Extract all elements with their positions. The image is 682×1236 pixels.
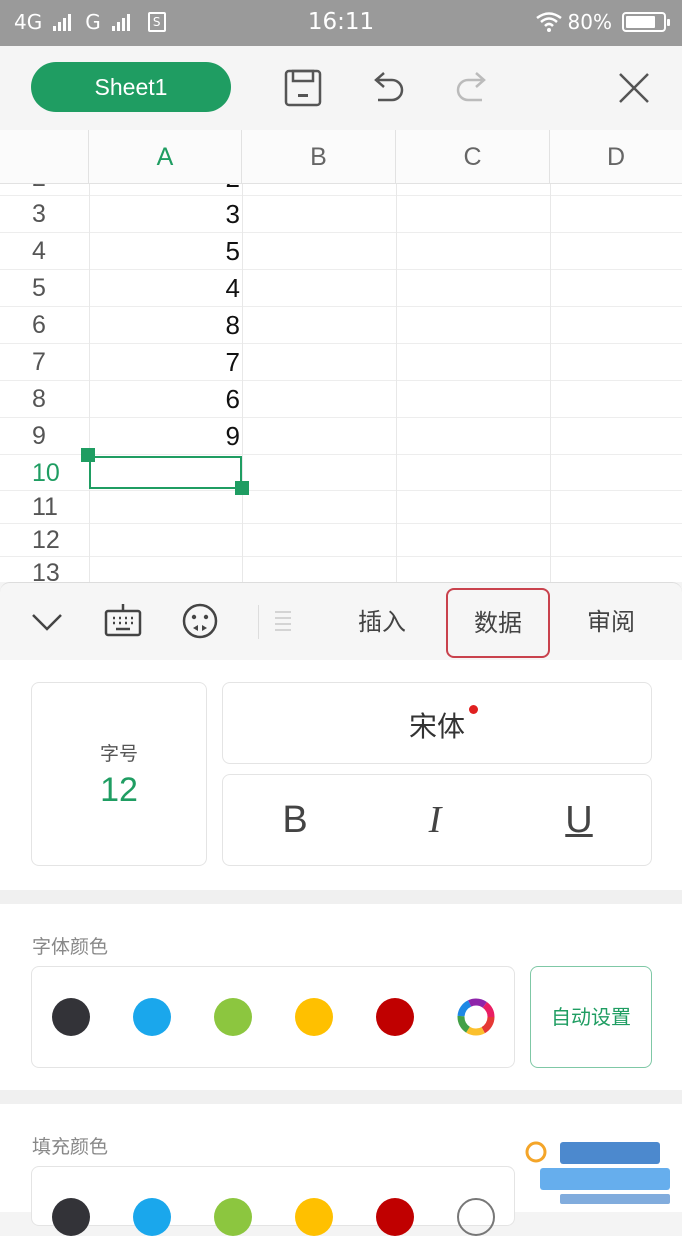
font-size-value: 12: [100, 771, 138, 809]
new-badge-dot: [469, 705, 478, 714]
ribbon-tab-bar: 插入 数据 审阅: [0, 582, 682, 660]
table-row[interactable]: 3 3: [0, 196, 682, 233]
undo-icon[interactable]: [366, 66, 410, 110]
tab-divider: [258, 605, 259, 639]
row-number[interactable]: 8: [0, 381, 89, 418]
cell-value[interactable]: 7: [89, 344, 242, 381]
row-number[interactable]: 4: [0, 233, 89, 270]
selection-handle-top-left[interactable]: [81, 448, 95, 462]
column-header-a[interactable]: A: [89, 130, 242, 184]
keyboard-icon[interactable]: [103, 601, 143, 641]
fill-swatch-black[interactable]: [52, 1198, 90, 1236]
table-row[interactable]: 13: [0, 557, 682, 582]
table-row[interactable]: 4 5: [0, 233, 682, 270]
table-row[interactable]: 7 7: [0, 344, 682, 381]
color-swatch-green[interactable]: [214, 998, 252, 1036]
table-row-partial[interactable]: 2 2: [0, 184, 682, 196]
fill-swatch-none[interactable]: [457, 1198, 495, 1236]
table-row[interactable]: 8 6: [0, 381, 682, 418]
table-row[interactable]: 12: [0, 524, 682, 557]
row-number[interactable]: 9: [0, 418, 89, 455]
row-number-active[interactable]: 10: [0, 455, 89, 492]
chevron-down-icon[interactable]: [27, 601, 67, 641]
color-swatch-yellow[interactable]: [295, 998, 333, 1036]
tab-data[interactable]: 数据: [446, 588, 550, 658]
font-color-title: 字体颜色: [32, 936, 109, 958]
row-number[interactable]: 11: [0, 491, 89, 524]
column-header-b[interactable]: B: [242, 130, 396, 184]
close-icon[interactable]: [612, 66, 656, 110]
row-number[interactable]: 6: [0, 307, 89, 344]
cell-value[interactable]: 6: [89, 381, 242, 418]
font-color-swatches: [31, 966, 515, 1068]
cell-value[interactable]: 2: [89, 184, 242, 195]
font-size-label: 字号: [99, 743, 138, 765]
font-name-card[interactable]: 宋体: [222, 682, 652, 764]
bold-button[interactable]: B: [265, 795, 325, 845]
color-picker-icon[interactable]: [457, 998, 495, 1036]
fill-swatch-blue[interactable]: [133, 1198, 171, 1236]
tab-review[interactable]: 审阅: [566, 587, 656, 657]
grid-line: [396, 184, 397, 582]
fill-swatch-red[interactable]: [376, 1198, 414, 1236]
grid-line: [89, 184, 90, 582]
column-header-c[interactable]: C: [396, 130, 550, 184]
format-panel: 字号 12 宋体 B I U 字体颜色 自动设置 填充颜色: [0, 660, 682, 1236]
cell-value[interactable]: 4: [89, 270, 242, 307]
cell-value[interactable]: 5: [89, 233, 242, 270]
fill-color-swatches: [31, 1166, 515, 1236]
table-row[interactable]: 5 4: [0, 270, 682, 307]
row-number[interactable]: 3: [0, 196, 89, 233]
underline-button[interactable]: U: [549, 795, 609, 845]
font-color-section: 字体颜色 自动设置: [0, 904, 682, 1090]
watermark-logo: [525, 1141, 670, 1204]
color-swatch-black[interactable]: [52, 998, 90, 1036]
cell-value[interactable]: [89, 557, 242, 582]
cell-value[interactable]: [89, 524, 242, 561]
row-number[interactable]: 5: [0, 270, 89, 307]
status-bar: 4G G S 16:11 80%: [0, 0, 682, 46]
table-row[interactable]: 11: [0, 491, 682, 524]
italic-button[interactable]: I: [405, 795, 465, 845]
row-number[interactable]: 13: [0, 557, 89, 582]
row-number[interactable]: 7: [0, 344, 89, 381]
wifi-icon: [535, 12, 562, 32]
column-header-d[interactable]: D: [550, 130, 682, 184]
corner-header[interactable]: [0, 130, 89, 184]
faded-tab-icon: [270, 607, 296, 637]
font-section: 字号 12 宋体 B I U: [0, 660, 682, 890]
top-toolbar: Sheet1: [0, 46, 682, 130]
cell-value[interactable]: [89, 491, 242, 528]
auto-color-button[interactable]: 自动设置: [530, 966, 652, 1068]
cell-value[interactable]: 8: [89, 307, 242, 344]
row-number[interactable]: 2: [0, 184, 89, 195]
selection-box[interactable]: [89, 456, 242, 489]
cell-value[interactable]: 9: [89, 418, 242, 455]
battery-percent: 80%: [567, 10, 612, 34]
color-swatch-red[interactable]: [376, 998, 414, 1036]
tab-insert[interactable]: 插入: [336, 587, 428, 657]
text-style-card: B I U: [222, 774, 652, 866]
cell-value[interactable]: 3: [89, 196, 242, 233]
row-number[interactable]: 12: [0, 524, 89, 557]
emoji-icon[interactable]: [180, 601, 220, 641]
selection-handle-bottom-right[interactable]: [235, 481, 249, 495]
status-right: 80%: [535, 10, 670, 34]
sheet-tab-button[interactable]: Sheet1: [31, 62, 231, 112]
spreadsheet-grid[interactable]: A B C D 2 2 3 3 4 5 5 4 6 8 7 7 8 6 9 9 …: [0, 130, 682, 582]
fill-color-title: 填充颜色: [32, 1136, 109, 1158]
table-row[interactable]: 6 8: [0, 307, 682, 344]
font-name: 宋体: [408, 710, 465, 743]
color-swatch-blue[interactable]: [133, 998, 171, 1036]
redo-icon[interactable]: [450, 66, 494, 110]
save-icon[interactable]: [281, 66, 325, 110]
grid-line: [550, 184, 551, 582]
fill-swatch-green[interactable]: [214, 1198, 252, 1236]
table-row[interactable]: 9 9: [0, 418, 682, 455]
font-size-card[interactable]: 字号 12: [31, 682, 207, 866]
grid-line: [242, 184, 243, 582]
battery-icon: [622, 12, 670, 32]
fill-swatch-yellow[interactable]: [295, 1198, 333, 1236]
